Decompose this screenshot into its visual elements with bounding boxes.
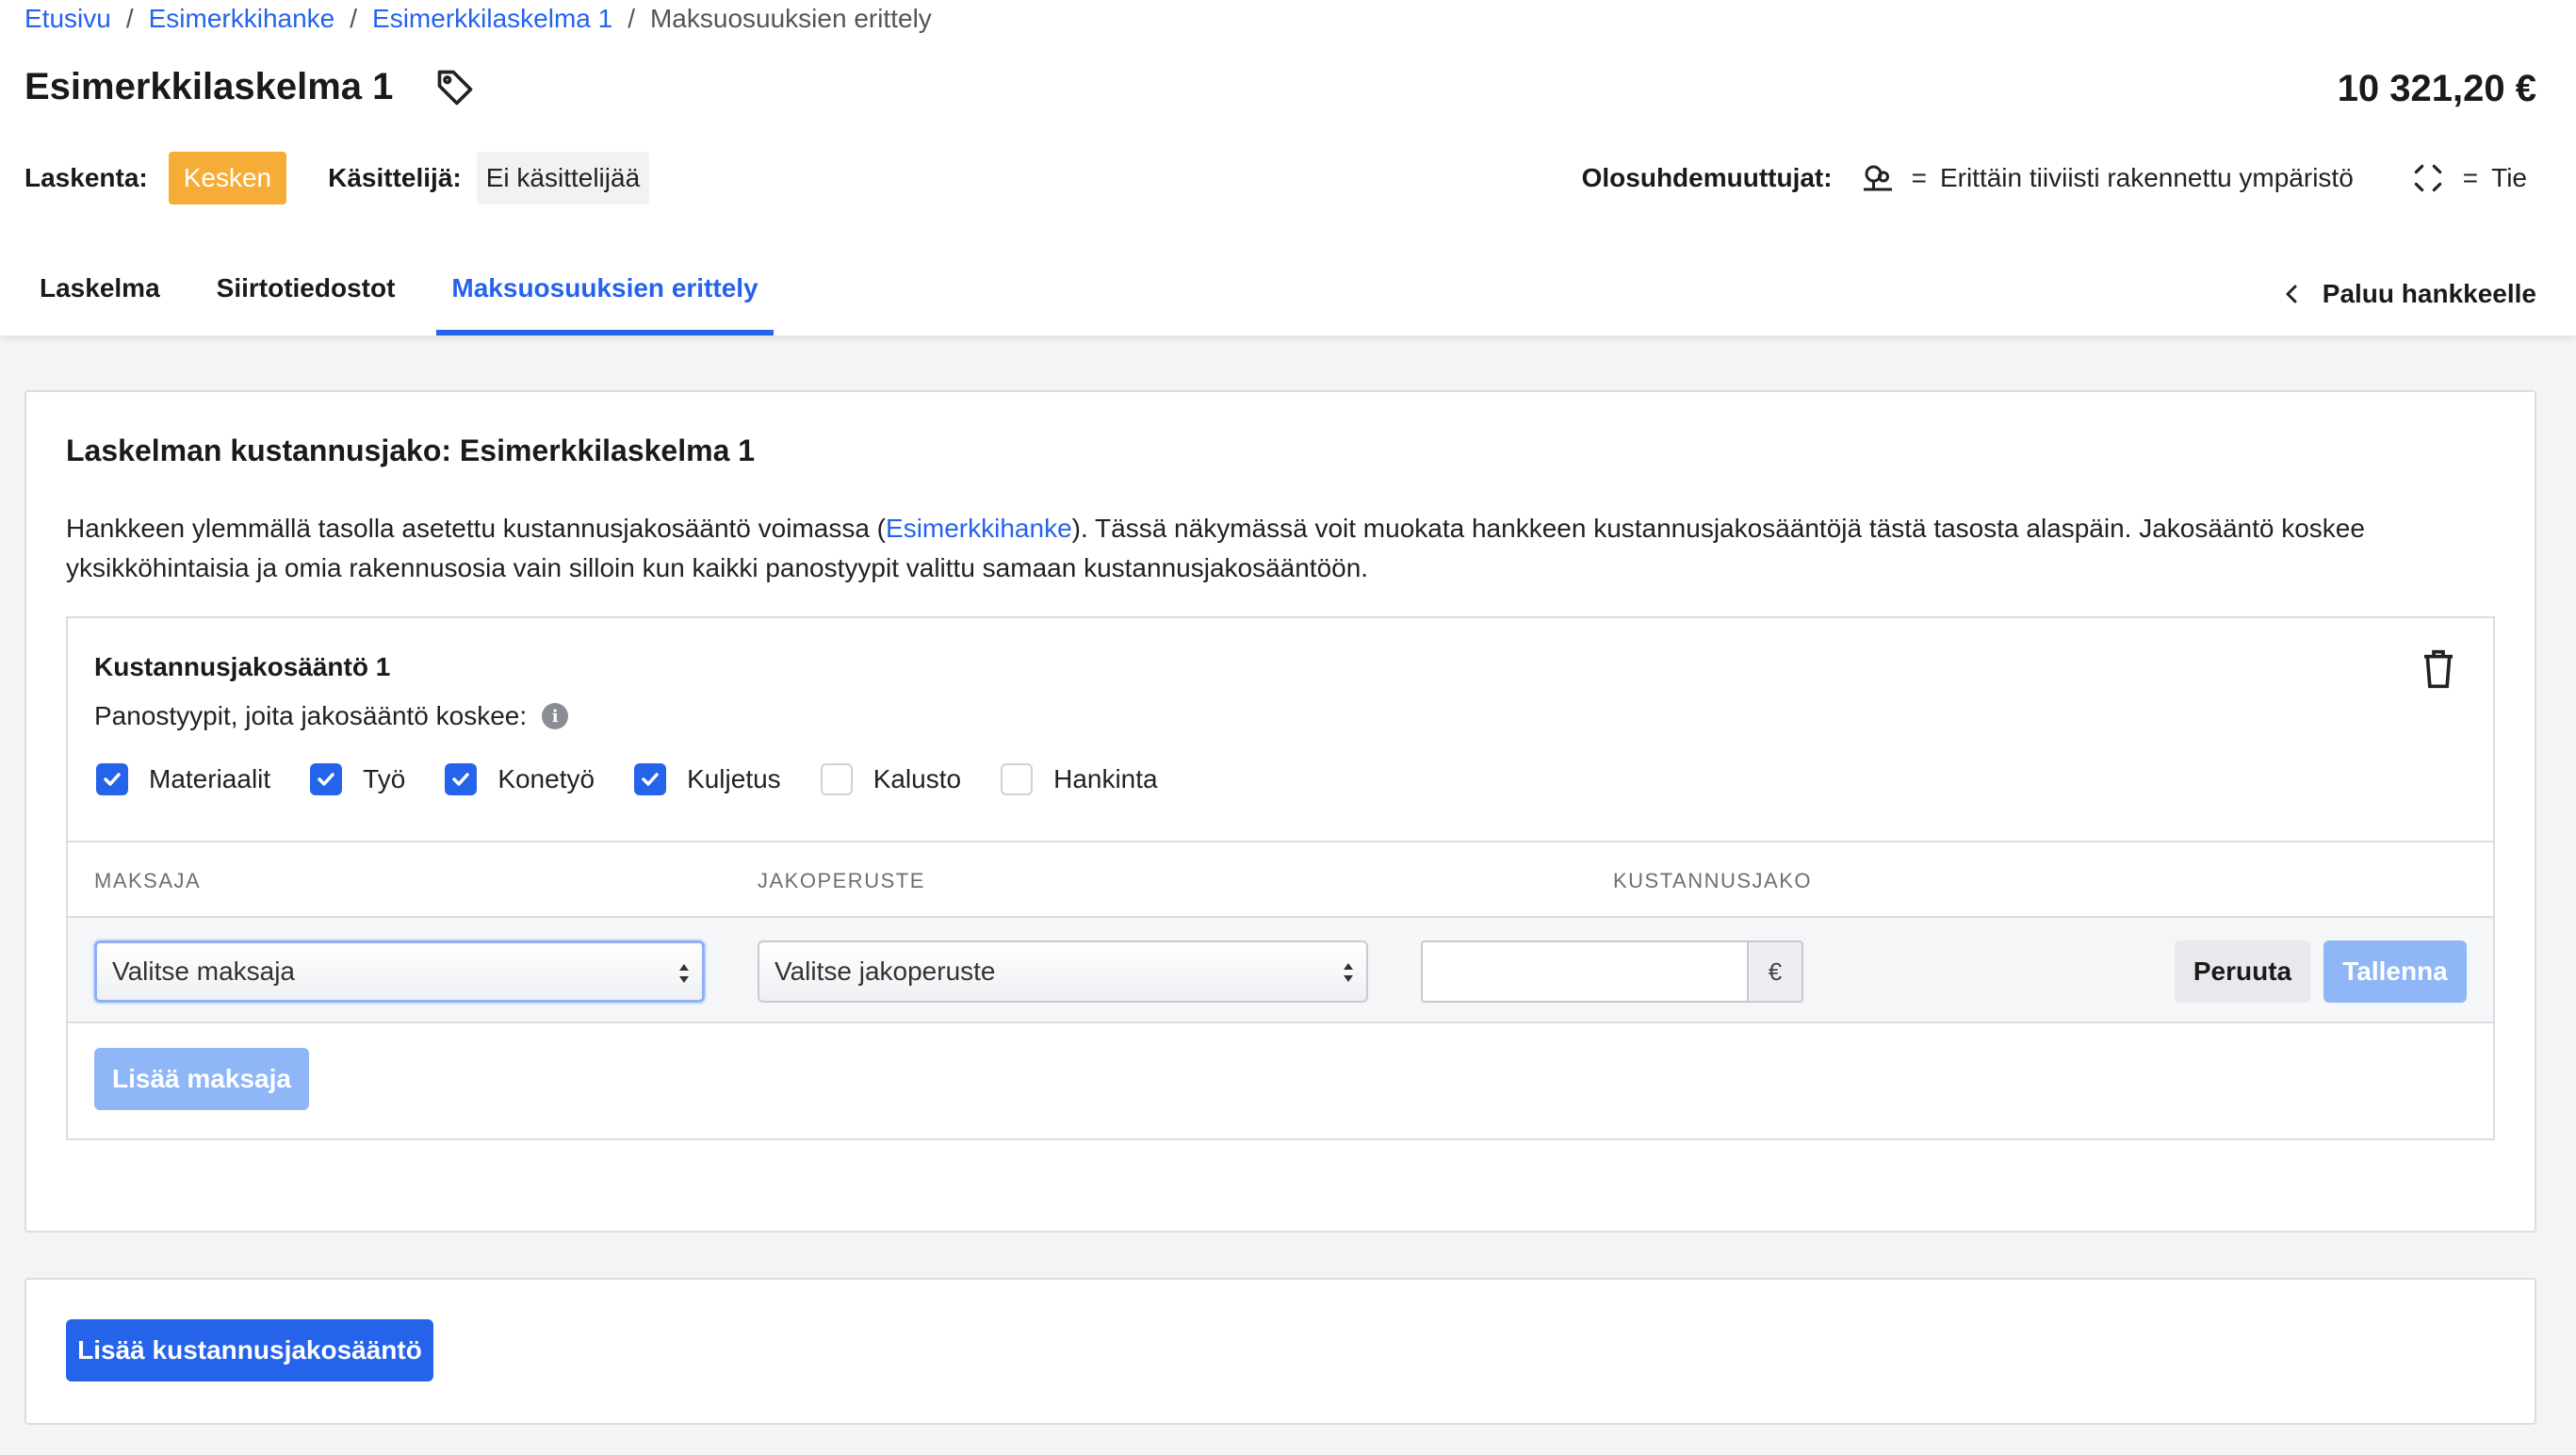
tab-siirtotiedostot[interactable]: Siirtotiedostot <box>202 254 411 335</box>
trash-icon[interactable] <box>2420 648 2457 690</box>
card-title: Laskelman kustannusjako: Esimerkkilaskel… <box>66 433 756 467</box>
breadcrumb-project[interactable]: Esimerkkihanke <box>149 2 335 36</box>
column-header-payer: MAKSAJA <box>94 869 202 892</box>
input-type-checkboxes: Materiaalit Työ Konetyö Kuljetus Kalusto… <box>96 763 1198 795</box>
tag-icon[interactable] <box>434 67 476 108</box>
breadcrumb: Etusivu / Esimerkkihanke / Esimerkkilask… <box>24 2 932 36</box>
table-header: MAKSAJA JAKOPERUSTE KUSTANNUSJAKO <box>68 841 2493 918</box>
currency-addon: € <box>1747 940 1803 1003</box>
equals-sign: = <box>1911 163 1927 192</box>
status-badge: Kesken <box>168 152 287 204</box>
select-arrows-icon <box>1344 963 1353 982</box>
checkbox-label: Hankinta <box>1053 764 1158 793</box>
status-label: Laskenta: <box>24 163 148 192</box>
page-header: Etusivu / Esimerkkihanke / Esimerkkilask… <box>0 0 2576 335</box>
checkbox-kuljetus[interactable]: Kuljetus <box>634 763 781 795</box>
handler-label: Käsittelijä: <box>328 163 462 192</box>
checkbox-unchecked-icon[interactable] <box>820 763 853 795</box>
desc-text-before: Hankkeen ylemmällä tasolla asetettu kust… <box>66 514 887 543</box>
back-link-label: Paluu hankkeelle <box>2322 279 2536 308</box>
page-title: Esimerkkilaskelma 1 <box>24 66 394 107</box>
checkbox-checked-icon[interactable] <box>310 763 343 795</box>
breadcrumb-calculation[interactable]: Esimerkkilaskelma 1 <box>372 2 612 36</box>
chevron-left-icon <box>2286 285 2297 303</box>
back-to-project-link[interactable]: Paluu hankkeelle <box>2281 279 2536 309</box>
basis-select[interactable]: Valitse jakoperuste <box>758 940 1368 1003</box>
checkbox-label: Kuljetus <box>687 764 781 793</box>
payer-select-value: Valitse maksaja <box>112 956 296 986</box>
conditions-label: Olosuhdemuuttujat: <box>1581 163 1833 192</box>
checkbox-unchecked-icon[interactable] <box>1001 763 1034 795</box>
road-icon <box>2414 164 2442 192</box>
handler-badge[interactable]: Ei käsittelijää <box>476 152 650 204</box>
breadcrumb-separator: / <box>628 4 635 33</box>
column-header-basis: JAKOPERUSTE <box>758 869 925 892</box>
add-payer-button[interactable]: Lisää maksaja <box>94 1048 309 1110</box>
terrain-value: Erittäin tiiviisti rakennettu ympäristö <box>1939 163 2354 192</box>
info-icon[interactable]: i <box>542 703 569 729</box>
column-header-allocation: KUSTANNUSJAKO <box>1613 869 1813 892</box>
checkbox-label: Kalusto <box>872 764 962 793</box>
condition-variables: Olosuhdemuuttujat: = Erittäin tiiviisti … <box>1582 149 2527 207</box>
checkbox-konetyo[interactable]: Konetyö <box>445 763 595 795</box>
breadcrumb-separator: / <box>125 4 134 33</box>
add-cost-rule-button[interactable]: Lisää kustannusjakosääntö <box>66 1319 433 1381</box>
total-amount: 10 321,20 € <box>2337 68 2536 109</box>
equals-sign: = <box>2462 163 2479 192</box>
checkbox-checked-icon[interactable] <box>96 763 128 795</box>
select-arrows-icon <box>679 964 689 983</box>
breadcrumb-separator: / <box>350 4 358 33</box>
breadcrumb-home[interactable]: Etusivu <box>24 2 111 36</box>
breadcrumb-current: Maksuosuuksien erittely <box>649 4 932 33</box>
checkbox-hankinta[interactable]: Hankinta <box>1001 763 1158 795</box>
save-button[interactable]: Tallenna <box>2323 940 2467 1003</box>
rule-subtitle-text: Panostyypit, joita jakosääntö koskee: <box>94 701 528 730</box>
checkbox-tyo[interactable]: Työ <box>310 763 405 795</box>
cost-rule-box: Kustannusjakosääntö 1 Panostyypit, joita… <box>66 616 2495 1140</box>
checkbox-materiaalit[interactable]: Materiaalit <box>96 763 270 795</box>
rule-subtitle: Panostyypit, joita jakosääntö koskee: i <box>94 701 569 731</box>
checkbox-label: Konetyö <box>497 764 595 793</box>
road-value: Tie <box>2491 163 2527 192</box>
checkbox-label: Työ <box>363 764 406 793</box>
tab-maksuosuuksien-erittely[interactable]: Maksuosuuksien erittely <box>436 254 774 335</box>
basis-select-value: Valitse jakoperuste <box>774 956 996 986</box>
payer-select[interactable]: Valitse maksaja <box>94 940 705 1003</box>
checkbox-kalusto[interactable]: Kalusto <box>820 763 962 795</box>
allocation-amount-input[interactable] <box>1421 940 1747 1003</box>
terrain-icon <box>1863 165 1892 191</box>
tab-bar: Laskelma Siirtotiedostot Maksuosuuksien … <box>24 254 800 335</box>
rule-title: Kustannusjakosääntö 1 <box>94 652 391 681</box>
checkbox-label: Materiaalit <box>149 764 271 793</box>
tab-laskelma[interactable]: Laskelma <box>24 254 175 335</box>
project-link[interactable]: Esimerkkihanke <box>886 514 1072 543</box>
table-row: Valitse maksaja Valitse jakoperuste € Pe… <box>68 918 2493 1023</box>
add-rule-card: Lisää kustannusjakosääntö <box>24 1278 2536 1425</box>
cost-allocation-card: Laskelman kustannusjako: Esimerkkilaskel… <box>24 390 2536 1233</box>
cancel-button[interactable]: Peruuta <box>2175 940 2310 1003</box>
checkbox-checked-icon[interactable] <box>445 763 478 795</box>
card-description: Hankkeen ylemmällä tasolla asetettu kust… <box>66 509 2516 588</box>
checkbox-checked-icon[interactable] <box>634 763 667 795</box>
